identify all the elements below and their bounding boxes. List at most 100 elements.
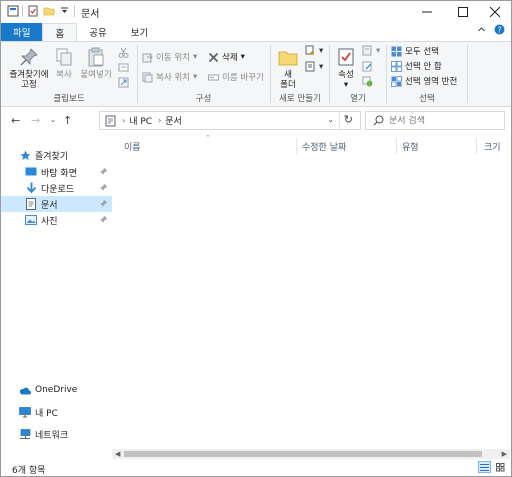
nav-item-pictures[interactable]: 사진 xyxy=(1,212,112,228)
tab-home[interactable]: 홈 xyxy=(42,23,78,41)
status-bar: 6개 항목 xyxy=(1,459,511,476)
navigation-pane: 즐겨찾기 바탕 화면 다운로드 문서 사진 OneDrive 내 PC 네트워크 xyxy=(1,135,112,459)
pinned-icon[interactable] xyxy=(99,199,108,208)
nav-this-pc[interactable]: 내 PC xyxy=(1,404,112,420)
select-all-button[interactable]: 모두 선택 xyxy=(391,45,439,57)
delete-button[interactable]: 삭제 ▾ xyxy=(208,51,245,63)
edit-button[interactable] xyxy=(362,61,373,72)
nav-item-label: 다운로드 xyxy=(41,184,75,195)
copy-to-dropdown-icon: ▾ xyxy=(192,72,198,82)
file-list[interactable]: ⌃ 이름 수정한 날짜 유형 크기 xyxy=(112,134,510,449)
easy-access-button[interactable]: ▾ xyxy=(305,61,323,72)
back-arrow-icon[interactable]: ← xyxy=(11,114,20,127)
download-arrow-icon xyxy=(25,182,37,194)
scroll-right-arrow-icon[interactable]: ▶ xyxy=(502,450,507,458)
column-header-size[interactable]: 크기 xyxy=(484,140,501,153)
new-item-icon xyxy=(305,45,316,56)
new-group-label: 새로 만들기 xyxy=(279,94,321,104)
column-header-type[interactable]: 유형 xyxy=(402,140,419,153)
window-title: 문서 xyxy=(81,9,100,20)
scroll-left-arrow-icon[interactable]: ◀ xyxy=(115,450,120,458)
tab-share[interactable]: 공유 xyxy=(77,23,118,41)
pinned-icon[interactable] xyxy=(99,183,108,192)
properties-quick-icon[interactable] xyxy=(26,4,39,17)
explorer-app-icon[interactable] xyxy=(6,4,19,17)
cloud-icon xyxy=(19,384,31,396)
help-icon[interactable]: ? xyxy=(494,24,505,38)
details-view-icon[interactable] xyxy=(478,461,491,473)
recent-locations-chevron-icon[interactable]: ⌄ xyxy=(50,116,56,124)
copy-to-label: 복사 위치 xyxy=(156,73,190,83)
column-divider[interactable] xyxy=(476,138,477,154)
pinned-icon[interactable] xyxy=(99,167,108,176)
scrollbar-thumb[interactable] xyxy=(124,451,482,457)
select-all-label: 모두 선택 xyxy=(405,47,439,57)
easy-access-dropdown-icon: ▾ xyxy=(319,61,324,72)
pin-label: 즐겨찾기에 고정 xyxy=(9,70,49,90)
nav-onedrive[interactable]: OneDrive xyxy=(1,382,112,398)
organize-group-label: 구성 xyxy=(195,94,212,104)
breadcrumb-separator-icon[interactable]: › xyxy=(122,116,125,125)
nav-item-downloads[interactable]: 다운로드 xyxy=(1,180,112,196)
maximize-icon[interactable] xyxy=(447,1,479,23)
rename-button[interactable]: 이름 바꾸기 xyxy=(208,71,264,83)
open-group-label: 열기 xyxy=(350,94,366,104)
open-button[interactable]: ▾ xyxy=(362,45,380,56)
open-dropdown-icon: ▾ xyxy=(376,45,381,56)
quick-access-dropdown-icon[interactable] xyxy=(58,4,71,17)
select-none-button[interactable]: 선택 안 함 xyxy=(391,60,442,72)
horizontal-scrollbar[interactable]: ◀ ▶ xyxy=(112,449,510,459)
column-header-name[interactable]: 이름 xyxy=(124,140,141,153)
history-button[interactable] xyxy=(362,76,373,87)
nav-item-desktop[interactable]: 바탕 화면 xyxy=(1,164,112,180)
nav-this-pc-label: 내 PC xyxy=(35,408,58,419)
breadcrumb-documents[interactable]: 문서 xyxy=(165,114,182,127)
breadcrumb-this-pc[interactable]: 내 PC xyxy=(129,114,152,127)
move-to-button[interactable]: 이동 위치 ▾ xyxy=(142,51,197,63)
cut-button[interactable] xyxy=(118,47,129,58)
close-icon[interactable] xyxy=(479,1,511,23)
ribbon-collapse-icon[interactable] xyxy=(477,25,486,37)
easy-access-icon xyxy=(305,61,316,72)
new-folder-quick-icon[interactable] xyxy=(42,4,55,17)
nav-network[interactable]: 네트워크 xyxy=(1,426,112,442)
nav-quick-access[interactable]: 즐겨찾기 xyxy=(1,147,112,163)
new-folder-button[interactable]: 새 폴더 xyxy=(275,46,301,90)
star-icon xyxy=(19,149,31,161)
invert-selection-button[interactable]: 선택 영역 반전 xyxy=(391,75,457,87)
search-box[interactable] xyxy=(365,111,505,130)
new-folder-label: 새 폴더 xyxy=(280,70,296,90)
forward-arrow-icon[interactable]: → xyxy=(31,114,40,127)
pinned-icon[interactable] xyxy=(99,215,108,224)
address-history-dropdown-icon[interactable]: ⌄ xyxy=(327,115,334,124)
computer-icon xyxy=(19,406,31,418)
column-header-modified[interactable]: 수정한 날짜 xyxy=(302,140,346,153)
properties-button[interactable]: 속성 ▾ xyxy=(333,46,359,90)
address-bar[interactable]: › 내 PC › 문서 ⌄ ↻ xyxy=(99,111,361,130)
breadcrumb-separator-icon[interactable]: › xyxy=(158,116,161,125)
select-all-icon xyxy=(391,46,402,57)
copy-button[interactable]: 복사 xyxy=(53,46,75,80)
clipboard-group: 즐겨찾기에 고정 복사 붙여넣기 클립보드 xyxy=(1,42,137,106)
copy-path-button[interactable] xyxy=(118,62,129,73)
new-item-button[interactable]: ▾ xyxy=(305,45,323,56)
minimize-icon[interactable] xyxy=(411,1,443,23)
column-divider[interactable] xyxy=(296,138,297,154)
copy-to-button[interactable]: 복사 위치 ▾ xyxy=(142,71,197,83)
pin-to-quick-access-button[interactable]: 즐겨찾기에 고정 xyxy=(5,46,53,90)
paste-shortcut-button[interactable] xyxy=(118,77,129,88)
invert-selection-icon xyxy=(391,75,402,87)
column-divider[interactable] xyxy=(396,138,397,154)
search-input[interactable] xyxy=(389,115,499,126)
delete-icon xyxy=(208,52,219,63)
paste-button[interactable]: 붙여넣기 xyxy=(79,46,113,80)
large-icons-view-icon[interactable] xyxy=(494,461,507,473)
up-arrow-icon[interactable]: ↑ xyxy=(63,114,72,127)
svg-text:?: ? xyxy=(498,25,502,34)
move-to-dropdown-icon: ▾ xyxy=(192,52,198,62)
tab-file[interactable]: 파일 xyxy=(1,23,43,41)
refresh-icon[interactable]: ↻ xyxy=(344,113,353,126)
search-icon xyxy=(373,115,384,126)
nav-item-documents[interactable]: 문서 xyxy=(1,196,112,212)
tab-view[interactable]: 보기 xyxy=(119,23,160,41)
